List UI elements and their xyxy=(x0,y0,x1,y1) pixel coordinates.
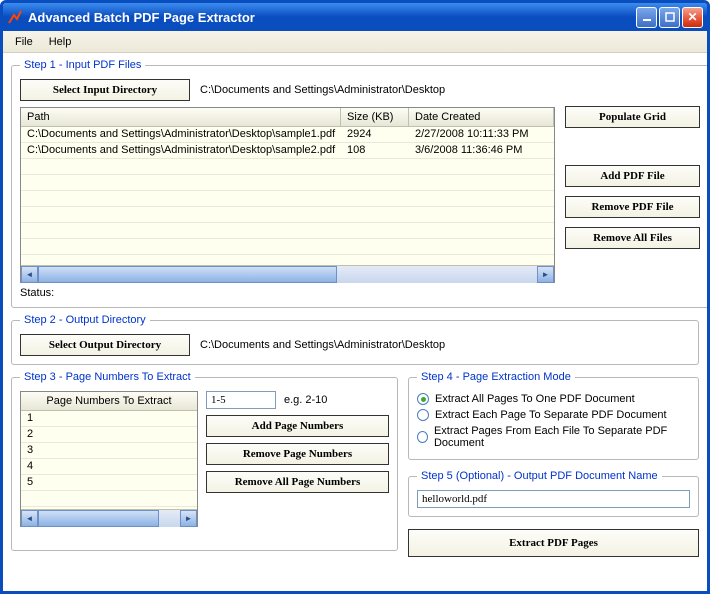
scroll-right-button[interactable]: ► xyxy=(537,266,554,283)
radio-label: Extract Pages From Each File To Separate… xyxy=(434,425,690,449)
cell-path: C:\Documents and Settings\Administrator\… xyxy=(21,143,341,158)
list-header: Page Numbers To Extract xyxy=(21,392,197,411)
step5-group: Step 5 (Optional) - Output PDF Document … xyxy=(408,470,699,517)
radio-icon xyxy=(417,393,429,405)
window-controls: ✕ xyxy=(636,7,703,28)
scroll-track[interactable] xyxy=(38,266,537,283)
page-range-input[interactable] xyxy=(206,391,276,409)
step5-legend: Step 5 (Optional) - Output PDF Document … xyxy=(417,470,662,482)
minimize-button[interactable] xyxy=(636,7,657,28)
table-row xyxy=(21,223,554,239)
cell-date: 3/6/2008 11:36:46 PM xyxy=(409,143,554,158)
menubar: File Help xyxy=(3,31,707,53)
grid-body: C:\Documents and Settings\Administrator\… xyxy=(21,127,554,265)
remove-page-numbers-button[interactable]: Remove Page Numbers xyxy=(206,443,389,465)
radio-label: Extract All Pages To One PDF Document xyxy=(435,393,635,405)
extract-pdf-pages-button[interactable]: Extract PDF Pages xyxy=(408,529,699,557)
scroll-left-button[interactable]: ◄ xyxy=(21,266,38,283)
app-window: Advanced Batch PDF Page Extractor ✕ File… xyxy=(0,0,710,594)
step4-legend: Step 4 - Page Extraction Mode xyxy=(417,371,575,383)
files-grid[interactable]: Path Size (KB) Date Created C:\Documents… xyxy=(20,107,555,283)
table-row[interactable]: C:\Documents and Settings\Administrator\… xyxy=(21,143,554,159)
app-icon xyxy=(7,9,23,25)
step3-legend: Step 3 - Page Numbers To Extract xyxy=(20,371,195,383)
list-body: 1 2 3 4 5 xyxy=(21,411,197,509)
maximize-button[interactable] xyxy=(659,7,680,28)
radio-option-each-page[interactable]: Extract Each Page To Separate PDF Docume… xyxy=(417,407,690,423)
scroll-thumb[interactable] xyxy=(38,510,159,527)
radio-icon xyxy=(417,409,429,421)
page-numbers-list[interactable]: Page Numbers To Extract 1 2 3 4 5 ◄ xyxy=(20,391,198,527)
scroll-thumb[interactable] xyxy=(38,266,337,283)
header-date[interactable]: Date Created xyxy=(409,108,554,126)
table-row xyxy=(21,207,554,223)
close-button[interactable]: ✕ xyxy=(682,7,703,28)
list-item xyxy=(21,491,197,507)
step4-group: Step 4 - Page Extraction Mode Extract Al… xyxy=(408,371,699,460)
window-title: Advanced Batch PDF Page Extractor xyxy=(28,10,636,25)
list-item[interactable]: 3 xyxy=(21,443,197,459)
page-range-hint: e.g. 2-10 xyxy=(284,394,327,406)
table-row xyxy=(21,175,554,191)
table-row xyxy=(21,159,554,175)
grid-header: Path Size (KB) Date Created xyxy=(21,108,554,127)
cell-date: 2/27/2008 10:11:33 PM xyxy=(409,127,554,142)
select-output-directory-button[interactable]: Select Output Directory xyxy=(20,334,190,356)
list-item[interactable]: 1 xyxy=(21,411,197,427)
content-area: Step 1 - Input PDF Files Select Input Di… xyxy=(3,53,707,591)
step2-group: Step 2 - Output Directory Select Output … xyxy=(11,314,699,365)
output-directory-path: C:\Documents and Settings\Administrator\… xyxy=(200,339,445,351)
add-pdf-file-button[interactable]: Add PDF File xyxy=(565,165,700,187)
header-size[interactable]: Size (KB) xyxy=(341,108,409,126)
output-filename-input[interactable] xyxy=(417,490,690,508)
status-label: Status: xyxy=(20,287,555,299)
list-item[interactable]: 5 xyxy=(21,475,197,491)
remove-pdf-file-button[interactable]: Remove PDF File xyxy=(565,196,700,218)
scroll-track[interactable] xyxy=(38,510,180,527)
cell-path: C:\Documents and Settings\Administrator\… xyxy=(21,127,341,142)
select-input-directory-button[interactable]: Select Input Directory xyxy=(20,79,190,101)
menu-file[interactable]: File xyxy=(7,34,41,50)
radio-label: Extract Each Page To Separate PDF Docume… xyxy=(435,409,667,421)
menu-help[interactable]: Help xyxy=(41,34,80,50)
populate-grid-button[interactable]: Populate Grid xyxy=(565,106,700,128)
table-row xyxy=(21,239,554,255)
radio-option-one-doc[interactable]: Extract All Pages To One PDF Document xyxy=(417,391,690,407)
header-path[interactable]: Path xyxy=(21,108,341,126)
step1-group: Step 1 - Input PDF Files Select Input Di… xyxy=(11,59,707,308)
cell-size: 108 xyxy=(341,143,409,158)
step2-legend: Step 2 - Output Directory xyxy=(20,314,150,326)
scroll-left-button[interactable]: ◄ xyxy=(21,510,38,527)
cell-size: 2924 xyxy=(341,127,409,142)
remove-all-page-numbers-button[interactable]: Remove All Page Numbers xyxy=(206,471,389,493)
remove-all-files-button[interactable]: Remove All Files xyxy=(565,227,700,249)
horizontal-scrollbar[interactable]: ◄ ► xyxy=(21,265,554,282)
step1-legend: Step 1 - Input PDF Files xyxy=(20,59,145,71)
table-row[interactable]: C:\Documents and Settings\Administrator\… xyxy=(21,127,554,143)
radio-option-each-file[interactable]: Extract Pages From Each File To Separate… xyxy=(417,423,690,451)
radio-icon xyxy=(417,431,428,443)
list-item[interactable]: 4 xyxy=(21,459,197,475)
step3-group: Step 3 - Page Numbers To Extract Page Nu… xyxy=(11,371,398,551)
input-directory-path: C:\Documents and Settings\Administrator\… xyxy=(200,84,445,96)
list-item[interactable]: 2 xyxy=(21,427,197,443)
scroll-right-button[interactable]: ► xyxy=(180,510,197,527)
horizontal-scrollbar[interactable]: ◄ ► xyxy=(21,509,197,526)
table-row xyxy=(21,191,554,207)
add-page-numbers-button[interactable]: Add Page Numbers xyxy=(206,415,389,437)
titlebar: Advanced Batch PDF Page Extractor ✕ xyxy=(3,3,707,31)
